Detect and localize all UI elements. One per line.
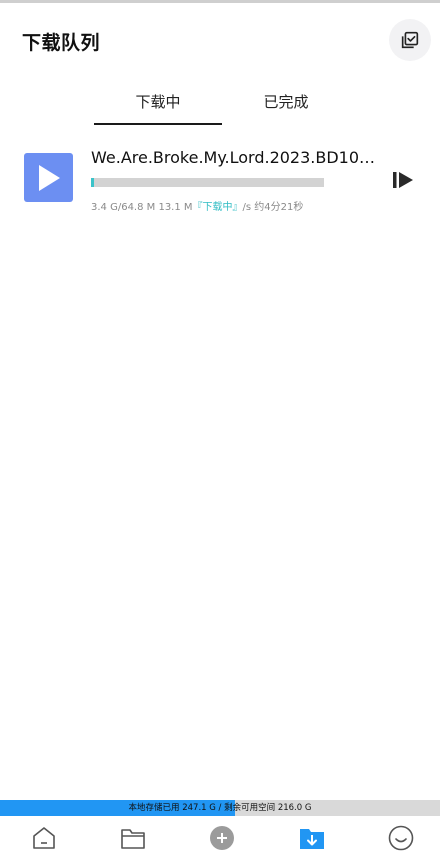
tab-completed[interactable]: 已完成 bbox=[222, 91, 350, 112]
file-name: We.Are.Broke.My.Lord.2023.BD108... bbox=[91, 148, 381, 167]
checklist-icon bbox=[401, 31, 419, 49]
nav-files[interactable] bbox=[119, 824, 147, 852]
download-item[interactable]: We.Are.Broke.My.Lord.2023.BD108... 3.4 G… bbox=[0, 140, 440, 220]
storage-usage-bar: 本地存储已用 247.1 G / 剩余可用空间 216.0 G bbox=[0, 800, 440, 816]
video-thumbnail bbox=[24, 153, 73, 202]
smile-icon bbox=[388, 825, 414, 851]
add-icon bbox=[210, 826, 234, 850]
bottom-nav bbox=[0, 816, 440, 852]
nav-profile[interactable] bbox=[387, 824, 415, 852]
page-title: 下载队列 bbox=[22, 32, 101, 54]
storage-usage-text: 本地存储已用 247.1 G / 剩余可用空间 216.0 G bbox=[128, 803, 312, 813]
app-root: 下载队列 下载中 已完成 We.Are.Broke.My.Lord.2023.B… bbox=[0, 0, 440, 852]
nav-add[interactable] bbox=[208, 824, 236, 852]
top-divider bbox=[0, 0, 440, 3]
download-meta: 3.4 G/64.8 M 13.1 M『下载中』/s 约4分21秒 bbox=[91, 198, 303, 213]
resume-icon bbox=[393, 172, 413, 188]
play-icon bbox=[38, 164, 60, 191]
folder-icon bbox=[121, 829, 145, 849]
download-progress-fill bbox=[91, 178, 95, 187]
tab-bar: 下载中 已完成 bbox=[0, 82, 440, 128]
download-progress-bar bbox=[91, 178, 324, 187]
status-text: 『下载中』 bbox=[192, 202, 243, 213]
download-folder-icon bbox=[300, 829, 324, 849]
tab-downloading[interactable]: 下载中 bbox=[94, 91, 222, 112]
active-tab-indicator bbox=[94, 123, 222, 125]
resume-button[interactable] bbox=[390, 168, 416, 192]
home-icon bbox=[33, 827, 55, 849]
nav-home[interactable] bbox=[30, 824, 58, 852]
speed-text: /s 约4分21秒 bbox=[242, 202, 304, 213]
nav-downloads[interactable] bbox=[298, 824, 326, 852]
size-text: 3.4 G/64.8 M 13.1 M bbox=[91, 202, 193, 213]
select-all-button[interactable] bbox=[389, 19, 431, 61]
